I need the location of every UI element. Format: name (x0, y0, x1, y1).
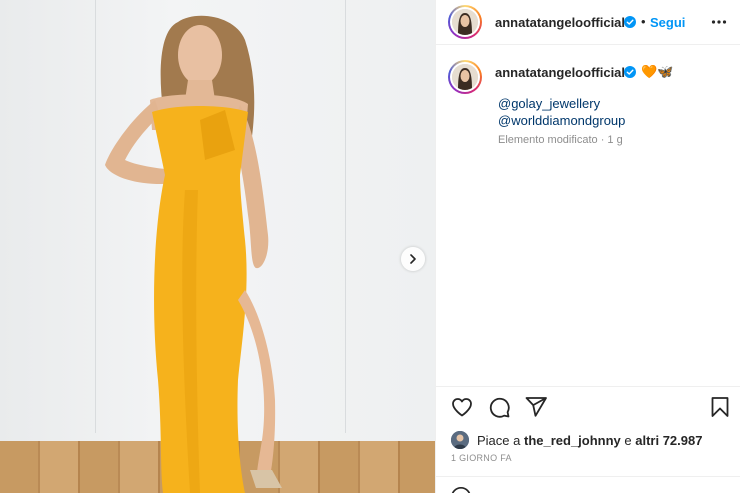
likes-summary[interactable]: Piace a the_red_johnny e altri 72.987 (451, 430, 702, 450)
caption-emojis: 🧡🦋 (641, 64, 674, 79)
comment-icon[interactable] (487, 395, 511, 419)
caption-avatar-image (452, 64, 478, 90)
chevron-right-icon (410, 254, 416, 264)
verified-badge-icon (624, 66, 636, 78)
post-side-panel: annatatangeloofficial • Segui annatatang… (435, 0, 740, 493)
likes-count-link[interactable]: altri 72.987 (635, 433, 702, 448)
verified-badge-icon (624, 16, 636, 28)
carousel-next-button[interactable] (401, 247, 425, 271)
share-icon[interactable] (524, 395, 548, 419)
avatar[interactable] (448, 5, 482, 39)
likes-connector: e (620, 432, 636, 448)
mention-link[interactable]: @worlddiamondgroup (498, 113, 625, 128)
follow-button[interactable]: Segui (650, 15, 685, 30)
post-photo[interactable] (0, 0, 435, 493)
avatar-image (452, 9, 478, 35)
likes-user-link[interactable]: the_red_johnny (524, 433, 621, 448)
likes-text: Piace a the_red_johnny e altri 72.987 (477, 433, 702, 448)
action-bar (436, 386, 740, 426)
dot-separator: • (641, 14, 646, 29)
edited-meta: Elemento modificato · 1 g (498, 134, 623, 146)
caption-username[interactable]: annatatangeloofficial (495, 65, 625, 80)
mention-link[interactable]: @golay_jewellery (498, 96, 600, 111)
emoji-icon[interactable] (450, 486, 472, 493)
more-options-icon[interactable] (711, 14, 727, 30)
liker-avatar (451, 431, 469, 449)
woman-in-yellow-dress-illustration (105, 15, 282, 493)
likes-prefix: Piace a (477, 432, 524, 448)
comment-bar (436, 476, 740, 493)
post-timestamp[interactable]: 1 GIORNO FA (451, 453, 512, 463)
header-username[interactable]: annatatangeloofficial (495, 15, 625, 30)
bookmark-icon[interactable] (708, 395, 732, 419)
post-header: annatatangeloofficial • Segui (436, 0, 740, 45)
caption-avatar[interactable] (448, 60, 482, 94)
heart-icon[interactable] (450, 395, 474, 419)
